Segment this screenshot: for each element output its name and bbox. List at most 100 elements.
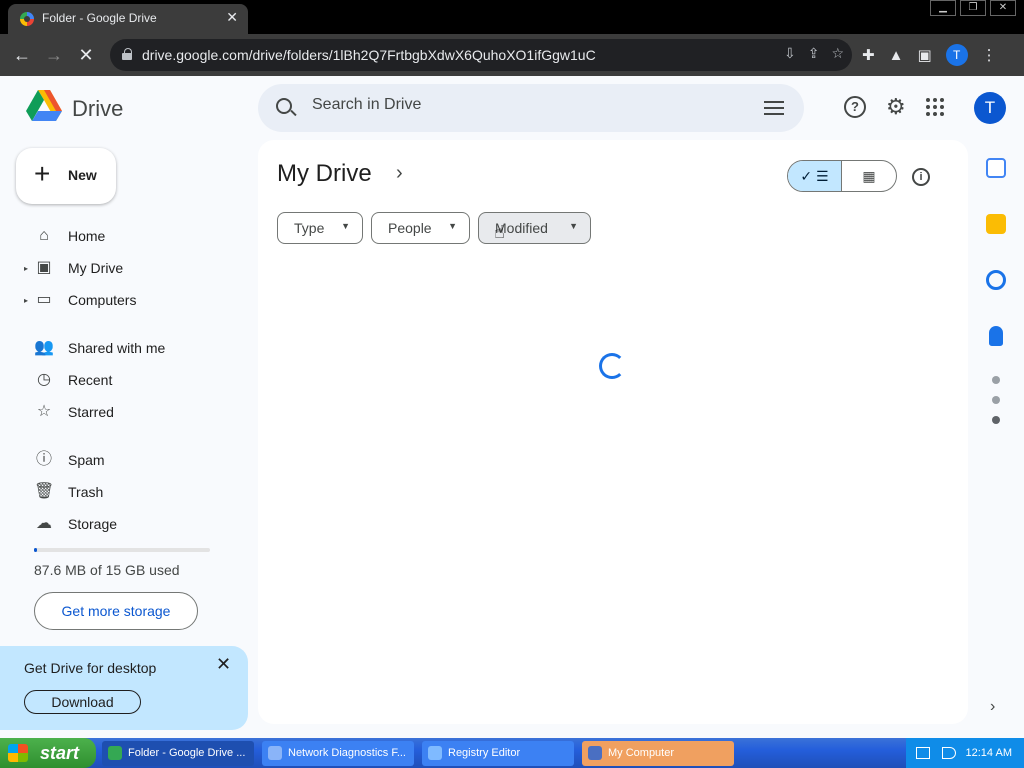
sidebar-item-label: Home — [68, 228, 106, 244]
share-icon[interactable]: ⇪ — [808, 45, 820, 62]
drive-favicon-icon — [20, 12, 34, 26]
close-window-button[interactable]: ✕ — [990, 0, 1016, 16]
taskbar-item-label: Folder - Google Drive ... — [128, 747, 246, 759]
taskbar-item-label: My Computer — [608, 747, 675, 759]
panel-dot — [992, 376, 1000, 384]
bookmark-star-icon[interactable]: ☆ — [831, 45, 844, 62]
sidebar-item-starred[interactable]: ☆ Starred — [24, 398, 234, 426]
filter-chip-type[interactable]: Type ▼ — [277, 212, 363, 244]
calendar-icon[interactable] — [986, 158, 1006, 178]
browser-tab[interactable]: Folder - Google Drive ✕ — [8, 4, 248, 34]
lock-icon — [122, 48, 132, 61]
panel-dot — [992, 416, 1000, 424]
download-button[interactable]: Download — [24, 690, 141, 714]
get-more-storage-button[interactable]: Get more storage — [34, 592, 198, 630]
breadcrumb-my-drive[interactable]: My Drive — [277, 160, 372, 188]
storage-usage-fill — [34, 548, 37, 552]
omnibox-actions: ⇩ ⇪ ☆ — [784, 45, 844, 62]
side-panel-icon[interactable]: ▣ — [917, 46, 931, 64]
stop-loading-icon[interactable]: ✕ — [74, 43, 98, 67]
start-label: start — [40, 743, 80, 763]
network-diagnostics-icon — [268, 746, 282, 760]
sidebar-item-label: Storage — [68, 516, 118, 532]
registry-editor-icon — [428, 746, 442, 760]
clock[interactable]: 12:14 AM — [966, 747, 1012, 759]
extensions-puzzle-icon[interactable]: ✚ — [862, 46, 875, 64]
sidebar-item-storage[interactable]: ☁ Storage — [24, 510, 234, 538]
keep-icon[interactable] — [986, 214, 1006, 234]
grid-view-button[interactable]: ▦ — [842, 161, 896, 191]
new-button[interactable]: + New — [16, 148, 116, 204]
search-input[interactable] — [312, 96, 732, 114]
trash-icon: 🗑 — [34, 483, 55, 500]
chevron-right-icon[interactable]: › — [990, 698, 995, 716]
info-icon[interactable]: i — [912, 168, 930, 186]
drive-logo-icon[interactable] — [26, 90, 62, 122]
browser-toolbar: ← → ✕ drive.google.com/drive/folders/1lB… — [0, 34, 1024, 76]
search-bar[interactable] — [258, 84, 804, 132]
cloud-icon: ☁ — [36, 515, 52, 532]
my-computer-icon — [588, 746, 602, 760]
drive-page: Drive ? ⚙ T + New ⌂ Home ▸ ▣ My Drive ▸ … — [0, 76, 1024, 738]
address-bar[interactable]: drive.google.com/drive/folders/1lBh2Q7Fr… — [110, 39, 852, 71]
home-icon: ⌂ — [39, 227, 49, 244]
tab-close-icon[interactable]: ✕ — [226, 9, 238, 26]
keyboard-icon[interactable] — [916, 747, 930, 759]
volume-icon[interactable] — [942, 747, 956, 759]
sidebar-item-label: My Drive — [68, 260, 124, 276]
filter-chip-people[interactable]: People ▼ — [371, 212, 470, 244]
account-avatar[interactable]: T — [974, 92, 1006, 124]
install-app-icon[interactable]: ⇩ — [784, 45, 796, 62]
tasks-icon[interactable] — [986, 270, 1006, 290]
sidebar-item-label: Trash — [68, 484, 104, 500]
taskbar-item-registry[interactable]: Registry Editor — [422, 741, 574, 766]
sidebar-item-trash[interactable]: 🗑 Trash — [24, 478, 234, 506]
sidebar-item-my-drive[interactable]: ▸ ▣ My Drive — [24, 254, 234, 282]
settings-gear-icon[interactable]: ⚙ — [886, 96, 906, 118]
expand-arrow-icon[interactable]: ▸ — [24, 264, 28, 273]
sidebar-item-recent[interactable]: ◷ Recent — [24, 366, 234, 394]
sidebar-item-shared[interactable]: 👥 Shared with me — [24, 334, 234, 362]
storage-usage-bar — [34, 548, 210, 552]
loading-spinner-icon — [599, 353, 625, 379]
chrome-menu-icon[interactable]: ⋮ — [982, 46, 997, 64]
sidebar-item-label: Recent — [68, 372, 113, 388]
taskbar-item-drive[interactable]: Folder - Google Drive ... — [102, 741, 254, 766]
chevron-right-icon[interactable]: › — [396, 162, 403, 185]
contacts-icon[interactable] — [989, 326, 1003, 346]
forward-arrow-icon[interactable]: → — [42, 43, 66, 67]
labs-flask-icon[interactable]: ▲ — [889, 47, 904, 64]
search-options-icon[interactable] — [764, 98, 784, 118]
sidebar-item-computers[interactable]: ▸ ▭ Computers — [24, 286, 234, 314]
storage-usage-text: 87.6 MB of 15 GB used — [34, 562, 180, 578]
list-view-button[interactable]: ✓ ☰ — [788, 161, 843, 191]
filter-chip-label: People — [388, 220, 432, 236]
sidebar-item-spam[interactable]: ⓘ Spam — [24, 446, 234, 474]
taskbar-item-label: Registry Editor — [448, 747, 521, 759]
side-panel: › — [972, 140, 1024, 724]
hand-cursor-icon: ☝ — [494, 222, 505, 242]
start-button[interactable]: start — [0, 738, 96, 768]
chrome-icon — [108, 746, 122, 760]
profile-avatar-small[interactable]: T — [945, 44, 968, 66]
my-drive-icon: ▣ — [36, 259, 52, 276]
taskbar-item-my-computer[interactable]: My Computer — [582, 741, 734, 766]
restore-button[interactable]: ❐ — [960, 0, 986, 16]
search-icon[interactable] — [276, 98, 292, 114]
new-button-label: New — [68, 167, 97, 183]
close-icon[interactable]: ✕ — [216, 654, 231, 675]
window-controls: ▁ ❐ ✕ — [930, 0, 1016, 16]
sidebar-item-label: Computers — [68, 292, 137, 308]
desktop-promo-banner: Get Drive for desktop ✕ Download — [0, 646, 248, 730]
google-apps-icon[interactable] — [925, 98, 944, 116]
panel-dot — [992, 396, 1000, 404]
url-text: drive.google.com/drive/folders/1lBh2Q7Fr… — [142, 47, 596, 63]
back-arrow-icon[interactable]: ← — [10, 43, 34, 67]
minimize-button[interactable]: ▁ — [930, 0, 956, 16]
drive-logo-text[interactable]: Drive — [72, 96, 123, 122]
help-icon[interactable]: ? — [844, 96, 866, 118]
sidebar-item-home[interactable]: ⌂ Home — [24, 222, 234, 250]
expand-arrow-icon[interactable]: ▸ — [24, 296, 28, 305]
tab-title: Folder - Google Drive — [42, 11, 157, 25]
taskbar-item-network[interactable]: Network Diagnostics F... — [262, 741, 414, 766]
